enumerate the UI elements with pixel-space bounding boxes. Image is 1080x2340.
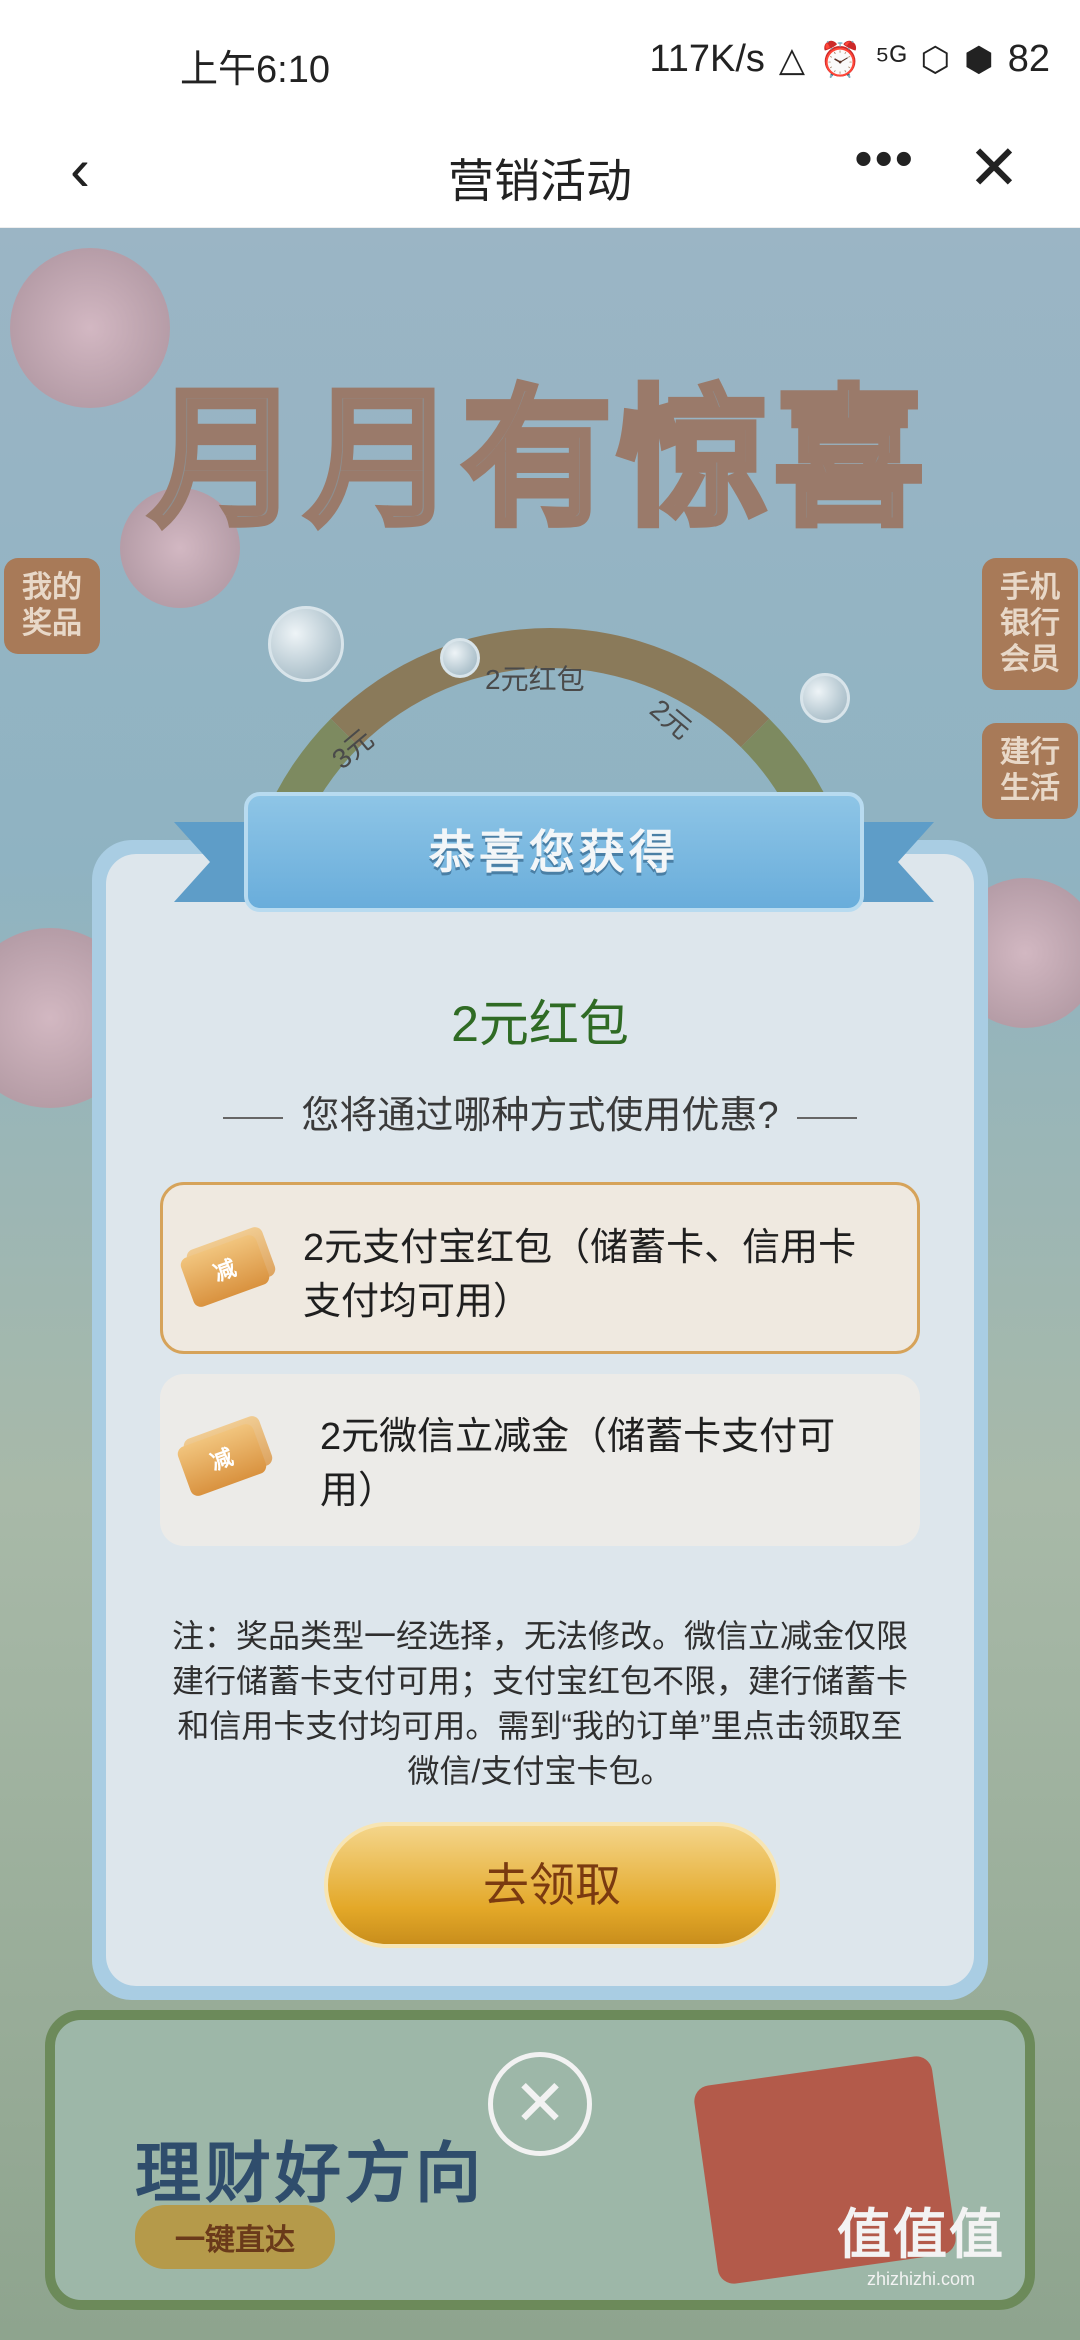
prize-modal: 恭喜您获得 2元红包 您将通过哪种方式使用优惠? 减 2元支付宝红包（储蓄卡、信… bbox=[92, 792, 988, 2000]
status-indicators: 117K/s △ ⏰ ⁵ᴳ ⬡ ⬢ 82 bbox=[649, 38, 1050, 81]
close-icon[interactable]: ✕ bbox=[968, 131, 1020, 204]
prize-modal-body: 恭喜您获得 2元红包 您将通过哪种方式使用优惠? 减 2元支付宝红包（储蓄卡、信… bbox=[106, 792, 974, 1986]
my-prizes-tab[interactable]: 我的奖品 bbox=[4, 558, 100, 654]
coupon-ticket-icon: 减 bbox=[178, 1224, 278, 1310]
divider-line bbox=[223, 1116, 284, 1119]
option-alipay[interactable]: 减 2元支付宝红包（储蓄卡、信用卡支付均可用） bbox=[160, 1182, 920, 1354]
hive-icon: ⬡ bbox=[920, 40, 951, 79]
usage-question-text: 您将通过哪种方式使用优惠? bbox=[301, 1095, 779, 1137]
ticket-front: 减 bbox=[175, 1421, 269, 1499]
watermark: 值值值 zhizhizhi.com bbox=[837, 2190, 1005, 2290]
option-wechat[interactable]: 减 2元微信立减金（储蓄卡支付可用） bbox=[160, 1374, 920, 1546]
wheel-label: 2元红包 bbox=[485, 664, 585, 695]
watermark-url: zhizhizhi.com bbox=[866, 2269, 976, 2289]
nav-bar: ‹ 营销活动 ••• ✕ bbox=[0, 115, 1080, 228]
divider-line bbox=[796, 1116, 857, 1119]
ribbon-title: 恭喜您获得 bbox=[429, 826, 679, 878]
coin-bubble-icon bbox=[800, 673, 850, 723]
blossom-decoration bbox=[10, 248, 170, 408]
campaign-title: 月月有惊喜 bbox=[147, 372, 931, 546]
alarm-icon: ⏰ bbox=[819, 40, 862, 79]
banner-title: 理财好方向 bbox=[135, 2136, 485, 2210]
battery-icon: ⬢ bbox=[964, 40, 994, 79]
ticket-front: 减 bbox=[178, 1232, 272, 1310]
status-time: 上午6:10 bbox=[180, 49, 330, 91]
option-label: 2元微信立减金（储蓄卡支付可用） bbox=[320, 1416, 836, 1512]
usage-question: 您将通过哪种方式使用优惠? bbox=[106, 1084, 974, 1139]
claim-button[interactable]: 去领取 bbox=[324, 1822, 780, 1948]
battery-level: 82 bbox=[1007, 38, 1050, 80]
prize-name: 2元红包 bbox=[451, 996, 629, 1052]
mobile-bank-member-tab[interactable]: 手机银行会员 bbox=[982, 558, 1078, 690]
modal-close-icon[interactable]: ✕ bbox=[488, 2052, 592, 2156]
banner-direct-button[interactable]: 一键直达 bbox=[135, 2205, 335, 2269]
page-title: 营销活动 bbox=[448, 155, 632, 207]
ccb-life-tab[interactable]: 建行生活 bbox=[982, 723, 1078, 819]
drive-icon: △ bbox=[778, 40, 806, 79]
signal-5g-icon: ⁵ᴳ bbox=[875, 40, 907, 78]
coin-bubble-icon bbox=[268, 606, 344, 682]
option-label: 2元支付宝红包（储蓄卡、信用卡支付均可用） bbox=[303, 1227, 857, 1323]
coupon-ticket-icon: 减 bbox=[175, 1413, 275, 1499]
network-speed: 117K/s bbox=[649, 38, 765, 80]
watermark-logo: 值值值 bbox=[837, 2205, 1005, 2265]
prize-note: 注：奖品类型一经选择，无法修改。微信立减金仅限建行储蓄卡支付可用；支付宝红包不限… bbox=[171, 1618, 908, 1789]
more-options-icon[interactable]: ••• bbox=[854, 129, 915, 189]
status-bar: 上午6:10 117K/s △ ⏰ ⁵ᴳ ⬡ ⬢ 82 bbox=[0, 0, 1080, 115]
bubble-icon bbox=[440, 638, 480, 678]
congrats-ribbon: 恭喜您获得 bbox=[174, 792, 934, 912]
